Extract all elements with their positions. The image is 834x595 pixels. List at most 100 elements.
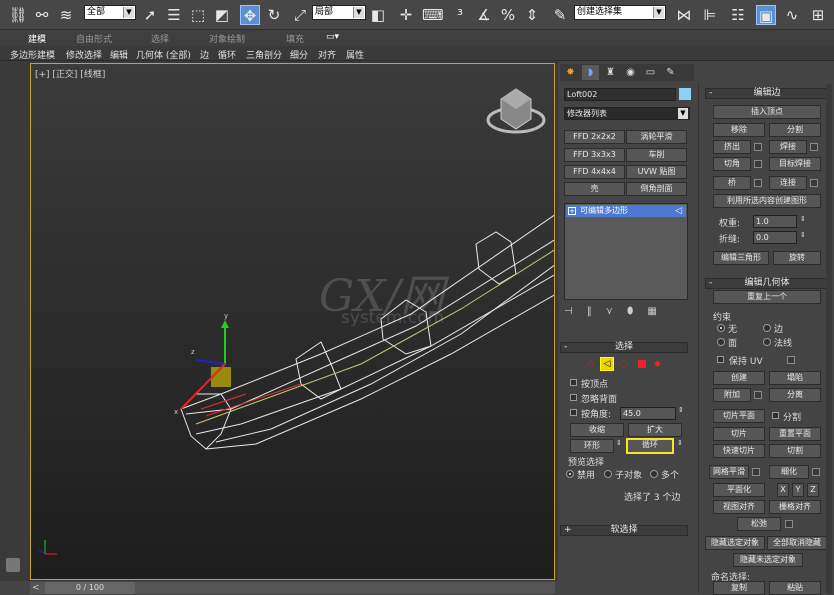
move-icon[interactable]: ✥ <box>240 5 260 25</box>
cut-button[interactable]: 切割 <box>769 444 821 458</box>
named-selection-sets-dropdown[interactable]: 创建选择集 ▼ <box>574 5 666 20</box>
relax-settings-icon[interactable] <box>785 520 793 528</box>
create-shape-button[interactable]: 利用所选内容创建图形 <box>713 194 821 208</box>
edit-triangulation-button[interactable]: 编辑三角形 <box>713 251 769 265</box>
bind-spacewarp-icon[interactable]: ≋ <box>56 5 76 25</box>
panel-properties[interactable]: 属性 <box>346 48 364 61</box>
view-align-button[interactable]: 视图对齐 <box>713 500 765 514</box>
connect-button[interactable]: 连接 <box>769 176 807 190</box>
tab-selection[interactable]: 选择 <box>151 32 169 45</box>
motion-tab-icon[interactable]: ◉ <box>622 65 639 80</box>
angle-spinner-icon[interactable]: ⇕ <box>678 406 684 414</box>
bevel-profile-button[interactable]: 倒角剖面 <box>626 182 687 196</box>
remove-button[interactable]: 移除 <box>713 123 765 137</box>
light-bulb-icon[interactable]: ◁ <box>675 205 682 217</box>
viewcube[interactable] <box>486 88 546 134</box>
relax-button[interactable]: 松弛 <box>737 517 781 531</box>
object-name-field[interactable]: Loft002 <box>564 88 676 101</box>
select-by-name-icon[interactable]: ☰ <box>164 5 184 25</box>
utilities-tab-icon[interactable]: ✎ <box>662 65 679 80</box>
weight-spinner-icon[interactable]: ⇕ <box>800 215 806 223</box>
turn-button[interactable]: 旋转 <box>773 251 821 265</box>
shrink-button[interactable]: 收缩 <box>570 423 624 437</box>
selection-filter-dropdown[interactable]: 全部 ▼ <box>84 5 136 20</box>
curve-editor-icon[interactable]: ∿ <box>782 5 802 25</box>
angle-snap-icon[interactable]: ∡ <box>474 5 494 25</box>
loop-spinner-icon[interactable]: ⇕ <box>677 439 683 447</box>
panel-edit[interactable]: 编辑 <box>110 48 128 61</box>
extrude-button[interactable]: 挤出 <box>713 140 751 154</box>
keyboard-shortcut-icon[interactable]: ⌨ <box>422 5 444 25</box>
chamfer-settings-icon[interactable] <box>754 160 762 168</box>
constraint-face-radio[interactable] <box>717 338 725 346</box>
panel-edges[interactable]: 边 <box>200 48 209 61</box>
ffd-3x3x3-button[interactable]: FFD 3x3x3 <box>564 148 625 162</box>
grow-button[interactable]: 扩大 <box>628 423 682 437</box>
unhide-all-button[interactable]: 全部取消隐藏 <box>767 536 827 550</box>
panel-scrollbar[interactable] <box>826 84 832 594</box>
prev-frame-icon[interactable]: < <box>32 582 44 594</box>
copy-button[interactable]: 复制 <box>713 581 765 595</box>
vertex-level-icon[interactable]: ∴ <box>588 359 594 369</box>
panel-geometry-all[interactable]: 几何体 (全部) <box>136 48 191 61</box>
connect-settings-icon[interactable] <box>810 179 818 187</box>
preview-off-radio[interactable] <box>566 470 574 478</box>
paste-button[interactable]: 粘贴 <box>769 581 821 595</box>
tab-object-paint[interactable]: 对象绘制 <box>209 32 245 45</box>
reset-plane-button[interactable]: 重置平面 <box>769 427 821 441</box>
angle-value-field[interactable]: 45.0 <box>620 407 676 420</box>
mini-listener-icon[interactable] <box>6 558 20 572</box>
panel-loops[interactable]: 循环 <box>218 48 236 61</box>
slice-plane-button[interactable]: 切片平面 <box>713 409 765 423</box>
extrude-settings-icon[interactable] <box>754 143 762 151</box>
by-vertex-checkbox[interactable] <box>570 379 577 386</box>
select-object-icon[interactable]: ➚ <box>140 5 160 25</box>
turbosmooth-button[interactable]: 涡轮平滑 <box>626 130 687 144</box>
loft-wireframe[interactable] <box>180 214 555 450</box>
layer-manager-icon[interactable]: ☷ <box>728 5 748 25</box>
expand-icon[interactable]: + <box>568 207 576 215</box>
planarize-button[interactable]: 平面化 <box>713 483 765 497</box>
tessellate-settings-icon[interactable] <box>812 468 820 476</box>
ribbon-options-icon[interactable]: ▭▾ <box>326 32 339 42</box>
edit-edges-rollout-header[interactable]: - 编辑边 <box>705 88 829 99</box>
ffd-4x4x4-button[interactable]: FFD 4x4x4 <box>564 165 625 179</box>
attach-button[interactable]: 附加 <box>713 388 751 402</box>
quickslice-button[interactable]: 快速切片 <box>713 444 765 458</box>
ring-button[interactable]: 环形 <box>570 439 614 453</box>
shell-button[interactable]: 壳 <box>564 182 625 196</box>
edge-level-icon[interactable]: ◁ <box>600 357 614 371</box>
target-weld-button[interactable]: 目标焊接 <box>769 157 821 171</box>
viewport[interactable]: [+] [正交] [线框] y z x GX/网 system.com <box>30 63 555 580</box>
modifier-stack[interactable]: + 可编辑多边形 ◁ <box>564 203 688 300</box>
panel-modify-selection[interactable]: 修改选择 <box>66 48 102 61</box>
ffd-2x2x2-button[interactable]: FFD 2x2x2 <box>564 130 625 144</box>
transform-gizmo[interactable]: y z x <box>174 312 231 416</box>
preview-subobject-radio[interactable] <box>604 470 612 478</box>
frame-counter[interactable]: 0 / 100 <box>45 582 135 594</box>
soft-selection-rollout-header[interactable]: + 软选择 <box>560 525 688 536</box>
panel-subdivision[interactable]: 细分 <box>290 48 308 61</box>
chamfer-button[interactable]: 切角 <box>713 157 751 171</box>
graphite-toggle-icon[interactable]: ▣ <box>756 5 776 25</box>
by-angle-checkbox[interactable] <box>570 409 577 416</box>
bridge-button[interactable]: 桥 <box>713 176 751 190</box>
modifier-list-dropdown[interactable]: 修改器列表 ▼ <box>564 107 690 120</box>
spinner-snap-icon[interactable]: ⇕ <box>522 5 542 25</box>
attach-settings-icon[interactable] <box>754 391 762 399</box>
hide-selected-button[interactable]: 隐藏选定对象 <box>705 536 765 550</box>
repeat-last-button[interactable]: 重复上一个 <box>713 290 821 304</box>
slice-button[interactable]: 切片 <box>713 427 765 441</box>
uvw-map-button[interactable]: UVW 贴图 <box>626 165 687 179</box>
tab-freeform[interactable]: 自由形式 <box>76 32 112 45</box>
crease-field[interactable]: 0.0 <box>753 231 797 244</box>
percent-snap-icon[interactable]: % <box>498 5 518 25</box>
grid-align-button[interactable]: 栅格对齐 <box>769 500 821 514</box>
stack-item-editable-poly[interactable]: + 可编辑多边形 ◁ <box>566 205 686 217</box>
preserve-uv-checkbox[interactable] <box>717 356 724 363</box>
mirror-icon[interactable]: ⋈ <box>674 5 694 25</box>
planarize-x-button[interactable]: X <box>777 483 789 497</box>
weld-settings-icon[interactable] <box>810 143 818 151</box>
stack-controls[interactable]: ⊣‖⋎⬮▦ <box>564 306 688 320</box>
meshsmooth-button[interactable]: 网格平滑 <box>709 465 749 479</box>
